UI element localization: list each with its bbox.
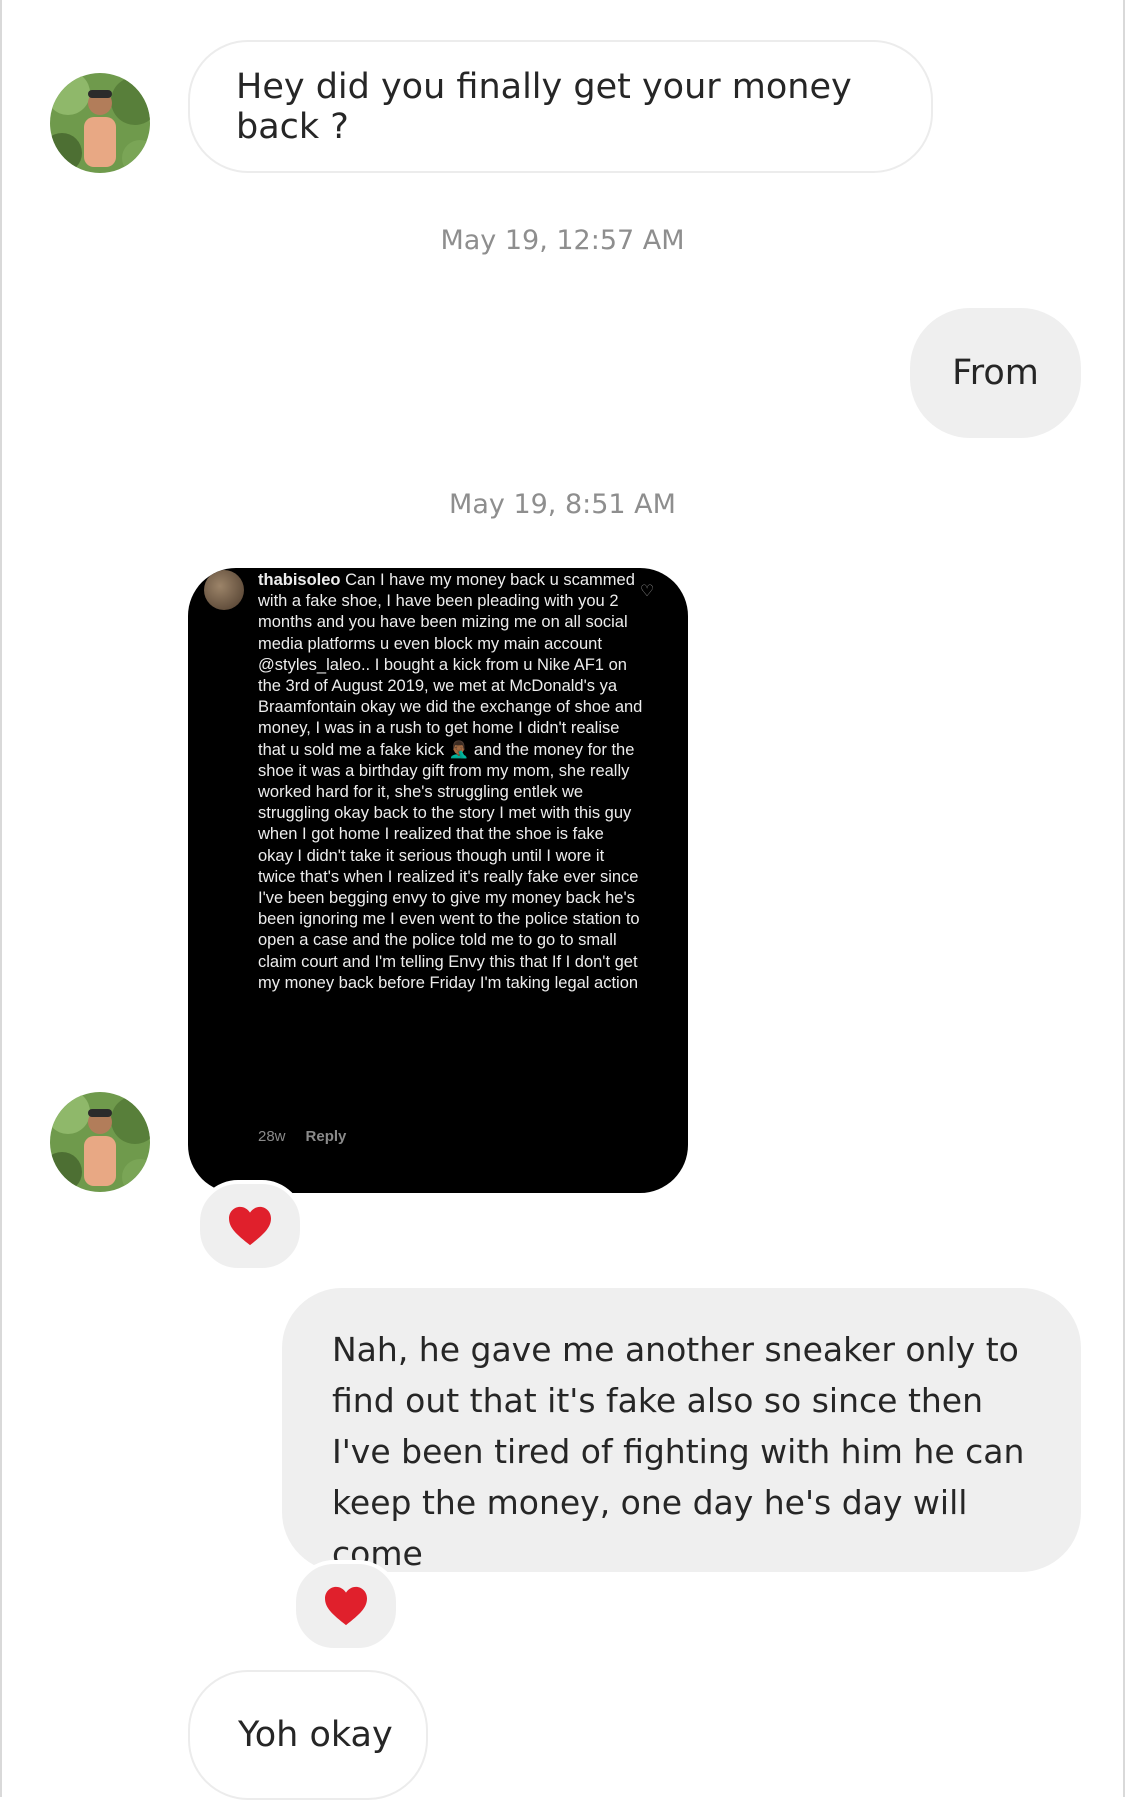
outgoing-message-bubble[interactable]: From [910, 308, 1081, 438]
incoming-message-bubble[interactable]: Yoh okay [188, 1670, 428, 1800]
image-message[interactable]: thabisoleo Can I have my money back u sc… [188, 568, 688, 1193]
timestamp: May 19, 8:51 AM [449, 489, 676, 520]
avatar[interactable] [50, 73, 150, 173]
message-text: Nah, he gave me another sneaker only to … [332, 1330, 1025, 1573]
timestamp: May 19, 12:57 AM [440, 225, 685, 256]
heart-outline-icon: ♡ [639, 581, 655, 600]
heart-icon [229, 1206, 271, 1246]
comment-meta: 28w Reply [258, 1128, 366, 1145]
comment-avatar [204, 570, 244, 610]
heart-reaction[interactable] [292, 1560, 400, 1652]
message-text: Hey did you finally get your money back … [236, 66, 852, 147]
incoming-message-bubble[interactable]: Hey did you finally get your money back … [188, 40, 933, 173]
outgoing-message-bubble[interactable]: Nah, he gave me another sneaker only to … [282, 1288, 1081, 1573]
comment-body: thabisoleo Can I have my money back u sc… [258, 570, 643, 994]
message-text: From [952, 353, 1039, 393]
avatar[interactable] [50, 1092, 150, 1192]
heart-icon [325, 1586, 367, 1626]
comment-text: Can I have my money back u scammed with … [258, 571, 643, 992]
comment-age: 28w [258, 1128, 286, 1145]
comment-reply-link: Reply [305, 1128, 347, 1145]
comment-username: thabisoleo [258, 571, 341, 589]
left-edge [0, 0, 2, 1797]
message-text: Yoh okay [238, 1715, 393, 1755]
heart-reaction[interactable] [196, 1180, 304, 1272]
